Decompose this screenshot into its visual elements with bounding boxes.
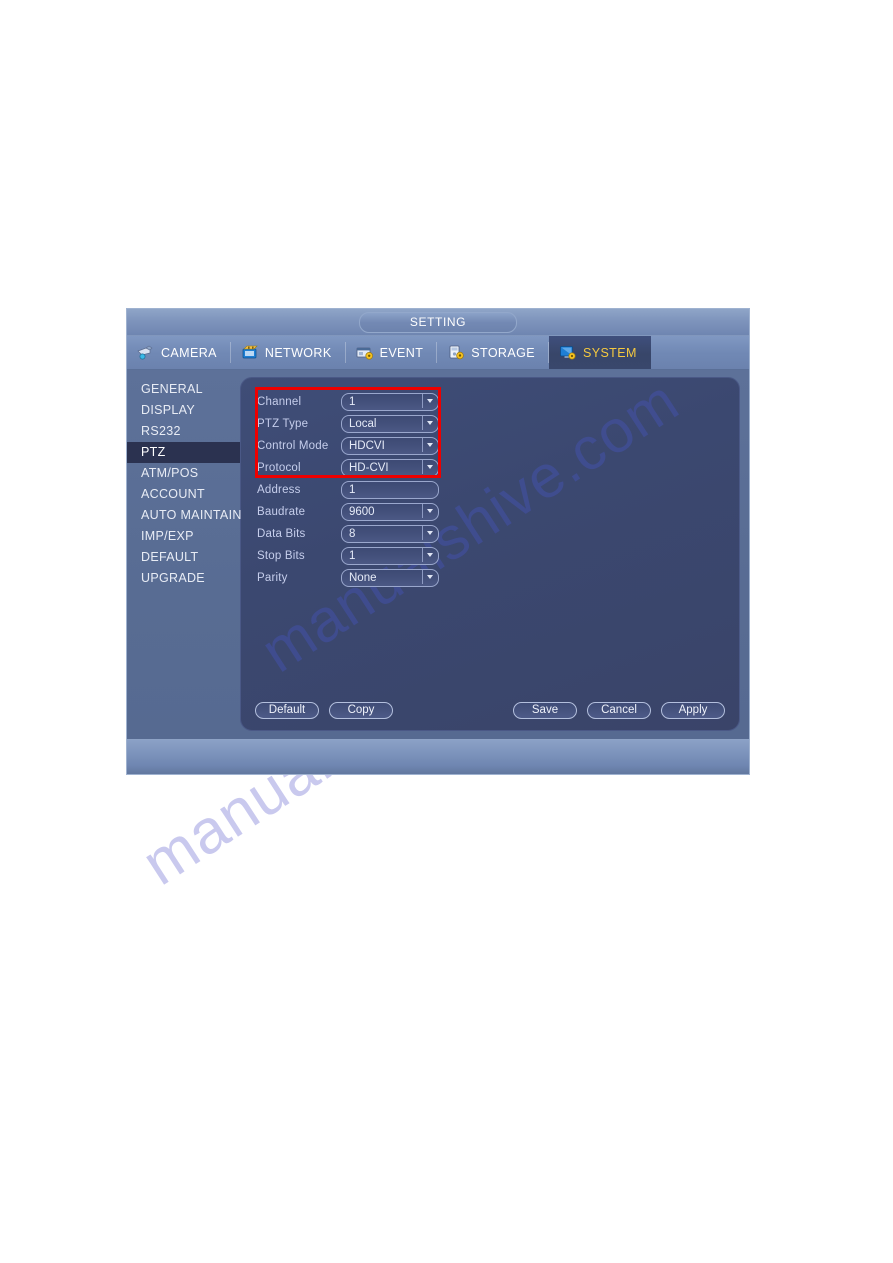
chevron-down-icon[interactable] [422, 460, 437, 474]
chevron-down-icon[interactable] [422, 504, 437, 518]
sidebar-item-auto-maintain[interactable]: AUTO MAINTAIN [127, 505, 242, 526]
camera-icon [137, 345, 155, 360]
data-bits-label: Data Bits [257, 528, 306, 540]
sidebar-item-label: PTZ [141, 445, 166, 459]
baudrate-value: 9600 [349, 506, 375, 518]
sidebar-item-rs232[interactable]: RS232 [127, 421, 240, 442]
field-row-baudrate: Baudrate 9600 [257, 501, 739, 523]
system-icon [559, 345, 577, 360]
chevron-down-icon[interactable] [422, 548, 437, 562]
tab-system-label: SYSTEM [582, 345, 637, 360]
field-row-ptz-type: PTZ Type Local [257, 413, 739, 435]
channel-value: 1 [349, 396, 356, 408]
apply-button[interactable]: Apply [661, 702, 725, 719]
stop-bits-label: Stop Bits [257, 550, 305, 562]
ptz-type-label: PTZ Type [257, 418, 309, 430]
field-row-data-bits: Data Bits 8 [257, 523, 739, 545]
field-row-channel: Channel 1 [257, 391, 739, 413]
field-row-address: Address 1 [257, 479, 739, 501]
data-bits-dropdown[interactable]: 8 [341, 525, 439, 543]
data-bits-value: 8 [349, 528, 356, 540]
storage-icon [447, 345, 465, 360]
button-row: Default Copy Save Cancel Apply [241, 702, 739, 719]
parity-value: None [349, 572, 377, 584]
sidebar-item-label: GENERAL [141, 382, 203, 396]
sidebar-item-label: AUTO MAINTAIN [141, 508, 242, 522]
baudrate-label: Baudrate [257, 506, 306, 518]
control-mode-label: Control Mode [257, 440, 329, 452]
field-row-control-mode: Control Mode HDCVI [257, 435, 739, 457]
ptz-settings-panel: manualshive.com Channel 1 PTZ Type Local [240, 377, 740, 731]
field-row-parity: Parity None [257, 567, 739, 589]
network-icon [241, 345, 259, 360]
tab-event[interactable]: EVENT [346, 336, 438, 369]
parity-dropdown[interactable]: None [341, 569, 439, 587]
sidebar-item-ptz[interactable]: PTZ [127, 442, 240, 463]
tab-storage-label: STORAGE [471, 345, 535, 360]
sidebar-item-label: ACCOUNT [141, 487, 205, 501]
save-button[interactable]: Save [513, 702, 577, 719]
sidebar-item-label: ATM/POS [141, 466, 199, 480]
chevron-down-icon[interactable] [422, 570, 437, 584]
field-row-protocol: Protocol HD-CVI [257, 457, 739, 479]
sidebar-item-display[interactable]: DISPLAY [127, 400, 240, 421]
tab-storage[interactable]: STORAGE [437, 336, 549, 369]
protocol-dropdown[interactable]: HD-CVI [341, 459, 439, 477]
dialog-title: SETTING [359, 312, 517, 333]
tab-bar: CAMERA NETWORK EVENT STORAGE SYSTEM [127, 336, 749, 370]
setting-dialog: SETTING CAMERA NETWORK EVENT STORAGE SYS… [126, 308, 750, 775]
sidebar-item-account[interactable]: ACCOUNT [127, 484, 240, 505]
address-value: 1 [349, 484, 356, 496]
channel-dropdown[interactable]: 1 [341, 393, 439, 411]
sidebar-item-default[interactable]: DEFAULT [127, 547, 240, 568]
address-label: Address [257, 484, 301, 496]
ptz-type-dropdown[interactable]: Local [341, 415, 439, 433]
channel-label: Channel [257, 396, 302, 408]
stop-bits-value: 1 [349, 550, 356, 562]
tab-network[interactable]: NETWORK [231, 336, 346, 369]
sidebar-item-atm-pos[interactable]: ATM/POS [127, 463, 240, 484]
chevron-down-icon[interactable] [422, 438, 437, 452]
ptz-form: Channel 1 PTZ Type Local Control Mode HD… [241, 378, 739, 589]
default-button[interactable]: Default [255, 702, 319, 719]
dialog-footer [127, 739, 749, 774]
copy-button[interactable]: Copy [329, 702, 393, 719]
sidebar-item-label: DISPLAY [141, 403, 195, 417]
event-icon [356, 345, 374, 360]
sidebar-item-upgrade[interactable]: UPGRADE [127, 568, 240, 589]
tab-camera-label: CAMERA [161, 345, 217, 360]
control-mode-dropdown[interactable]: HDCVI [341, 437, 439, 455]
baudrate-dropdown[interactable]: 9600 [341, 503, 439, 521]
sidebar: GENERAL DISPLAY RS232 PTZ ATM/POS ACCOUN… [127, 370, 242, 742]
dialog-titlebar: SETTING [127, 309, 749, 336]
ptz-type-value: Local [349, 418, 377, 430]
dialog-body: GENERAL DISPLAY RS232 PTZ ATM/POS ACCOUN… [127, 370, 749, 742]
tab-system[interactable]: SYSTEM [548, 336, 651, 369]
protocol-value: HD-CVI [349, 462, 389, 474]
field-row-stop-bits: Stop Bits 1 [257, 545, 739, 567]
sidebar-item-label: IMP/EXP [141, 529, 194, 543]
sidebar-item-label: DEFAULT [141, 550, 199, 564]
parity-label: Parity [257, 572, 288, 584]
tab-event-label: EVENT [379, 345, 424, 360]
protocol-label: Protocol [257, 462, 301, 474]
sidebar-item-general[interactable]: GENERAL [127, 379, 240, 400]
sidebar-item-label: RS232 [141, 424, 181, 438]
stop-bits-dropdown[interactable]: 1 [341, 547, 439, 565]
sidebar-item-label: UPGRADE [141, 571, 205, 585]
address-input[interactable]: 1 [341, 481, 439, 499]
chevron-down-icon[interactable] [422, 394, 437, 408]
chevron-down-icon[interactable] [422, 526, 437, 540]
sidebar-item-imp-exp[interactable]: IMP/EXP [127, 526, 240, 547]
control-mode-value: HDCVI [349, 440, 385, 452]
tab-camera[interactable]: CAMERA [127, 336, 231, 369]
chevron-down-icon[interactable] [422, 416, 437, 430]
cancel-button[interactable]: Cancel [587, 702, 651, 719]
tab-network-label: NETWORK [264, 345, 332, 360]
